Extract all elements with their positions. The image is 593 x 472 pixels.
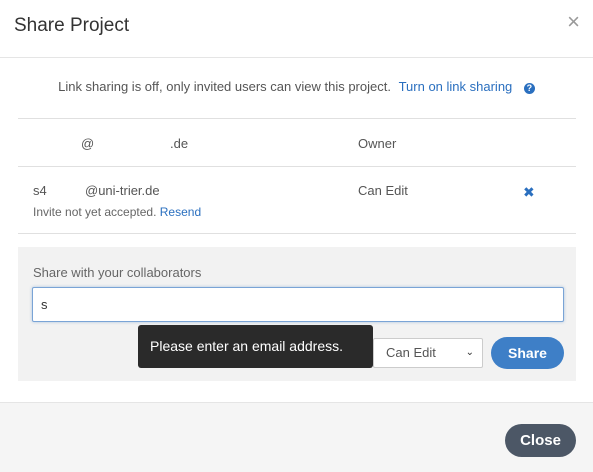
role-select-value: Can Edit [386,345,436,360]
resend-invite-link[interactable]: Resend [160,205,201,219]
close-button[interactable]: Close [505,424,576,457]
chevron-down-icon: ⌄ [465,347,474,358]
turn-on-link-sharing-link[interactable]: Turn on link sharing [399,79,513,94]
share-button[interactable]: Share [491,337,564,369]
member-name: s4 [33,183,47,198]
invite-status-text: Invite not yet accepted. [33,205,157,219]
member-row-invited: s4 @uni-trier.de Can Edit ✖ Invite not y… [18,166,576,234]
validation-tooltip: Please enter an email address. [138,325,373,368]
member-email-domain: .de [170,136,189,151]
modal-header: Share Project × [0,0,593,58]
link-sharing-notice: Link sharing is off, only invited users … [0,79,593,94]
member-email: @ [81,136,95,151]
link-sharing-message: Link sharing is off, only invited users … [58,79,391,94]
help-icon[interactable]: ? [523,83,535,94]
invite-status: Invite not yet accepted. Resend [33,205,201,219]
member-role: Owner [358,136,397,151]
remove-member-icon[interactable]: ✖ [523,184,535,201]
member-role-dropdown[interactable]: Can Edit [358,183,408,198]
modal-footer: Close [0,402,593,472]
member-email: @uni-trier.de [85,183,160,198]
close-icon[interactable]: × [567,11,580,33]
role-select[interactable]: Can Edit ⌄ [373,338,483,368]
collaborator-email-input[interactable] [32,287,564,322]
share-label: Share with your collaborators [33,265,202,280]
modal-title: Share Project [14,15,130,36]
member-row-owner: @ .de Owner [18,118,576,166]
